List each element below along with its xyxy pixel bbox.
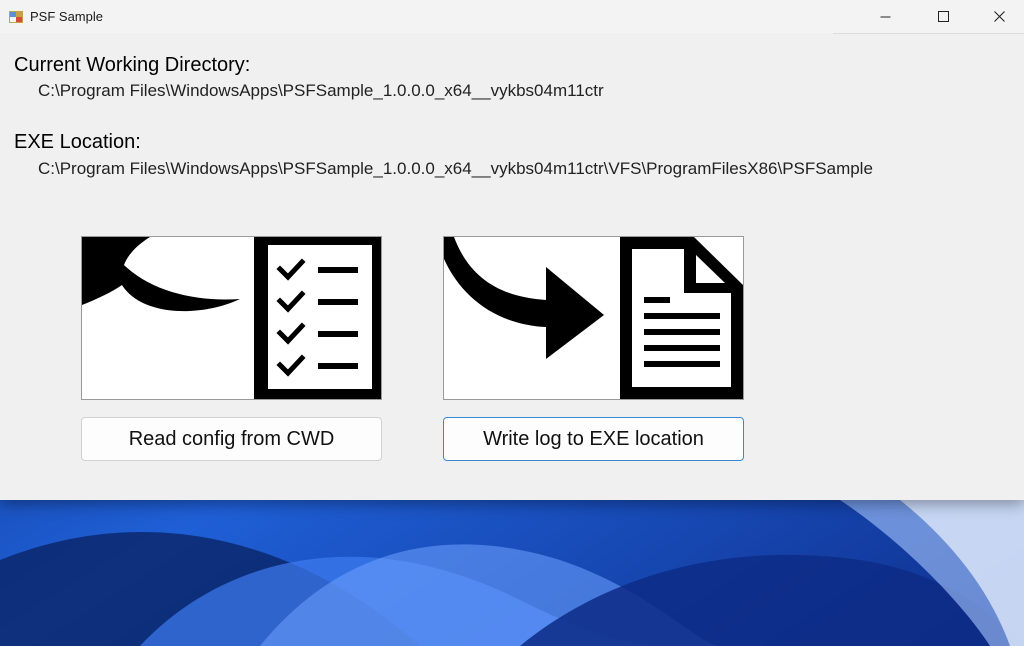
write-log-picture[interactable] xyxy=(443,236,744,400)
title-bar[interactable]: PSF Sample xyxy=(0,0,1024,33)
title-divider xyxy=(833,33,1024,34)
close-icon xyxy=(993,11,1005,22)
window-title: PSF Sample xyxy=(30,9,103,24)
cwd-label: Current Working Directory: xyxy=(14,54,251,76)
minimize-icon xyxy=(880,16,890,18)
close-button[interactable] xyxy=(976,0,1022,33)
curved-arrow-icon xyxy=(82,237,240,312)
cwd-path: C:\Program Files\WindowsApps\PSFSample_1… xyxy=(38,81,604,100)
minimize-button[interactable] xyxy=(862,0,908,33)
exe-location-label: EXE Location: xyxy=(14,131,141,153)
checklist-icon xyxy=(254,237,381,399)
read-config-button[interactable]: Read config from CWD xyxy=(81,417,382,461)
app-icon xyxy=(9,11,23,23)
read-config-picture[interactable] xyxy=(81,236,382,400)
arrow-right-icon xyxy=(444,237,604,359)
document-icon xyxy=(620,237,743,399)
maximize-icon xyxy=(937,11,949,22)
exe-location-path: C:\Program Files\WindowsApps\PSFSample_1… xyxy=(38,159,873,178)
write-log-button[interactable]: Write log to EXE location xyxy=(443,417,744,461)
maximize-button[interactable] xyxy=(920,0,966,33)
app-window: PSF Sample Current Working Directory: C:… xyxy=(0,0,1024,500)
